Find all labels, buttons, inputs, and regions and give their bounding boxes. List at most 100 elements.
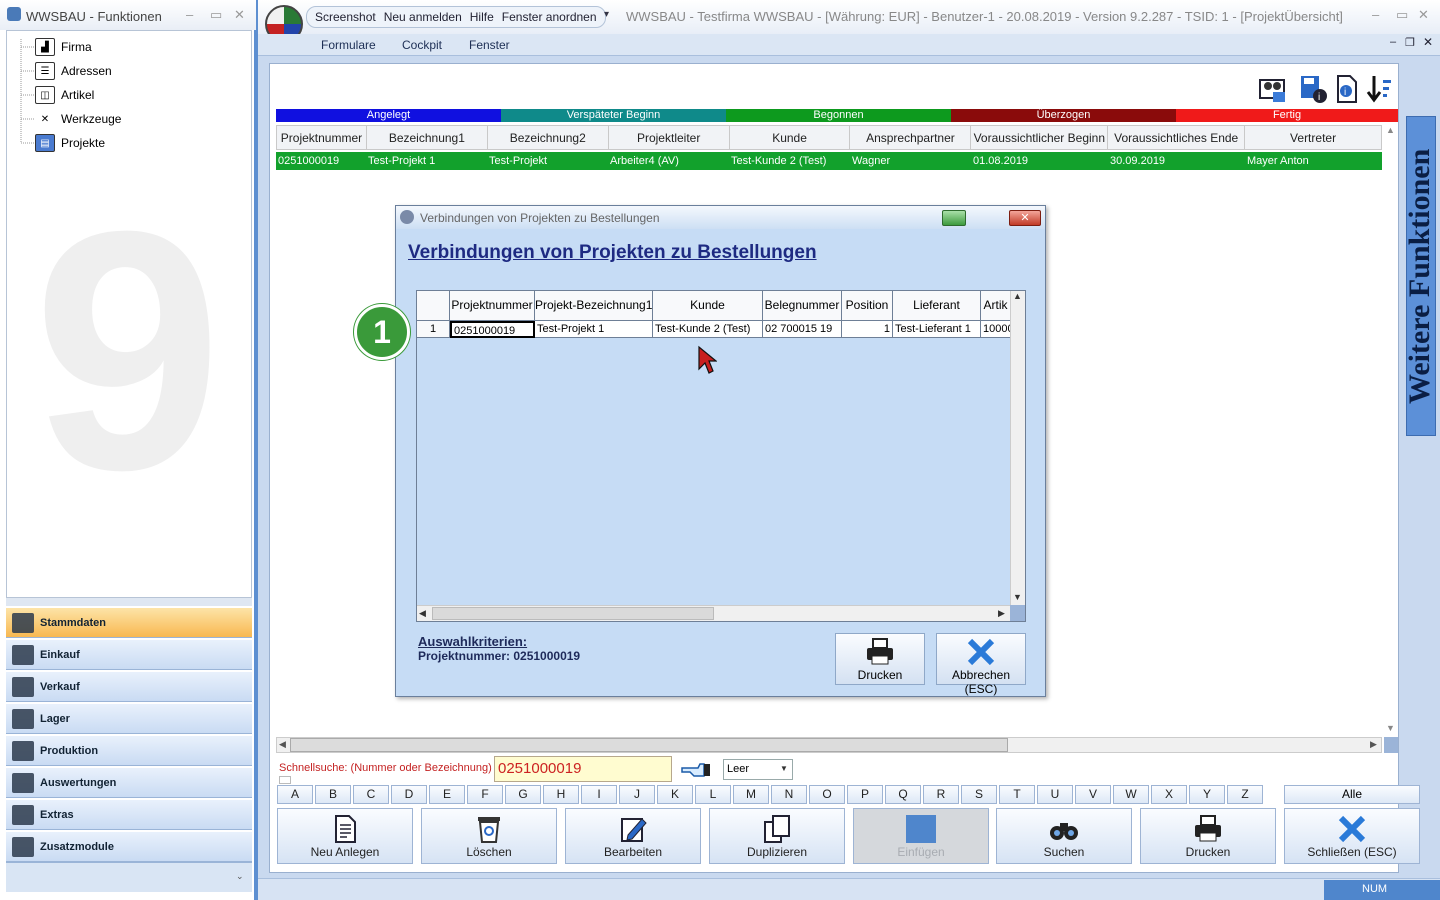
cell-lieferant[interactable]: Test-Lieferant 1 bbox=[893, 321, 981, 338]
tab-formulare[interactable]: Formulare bbox=[321, 38, 376, 52]
nav-stammdaten[interactable]: Stammdaten bbox=[6, 607, 252, 638]
scroll-right-icon[interactable]: ▶ bbox=[998, 608, 1005, 619]
col-ansprechpartner[interactable]: Ansprechpartner bbox=[850, 126, 972, 149]
tree-item-projekte[interactable]: ▤ Projekte bbox=[35, 132, 105, 154]
cell-belegnummer[interactable]: 02 700015 19 bbox=[763, 321, 842, 338]
dialog-print-button[interactable]: Drucken bbox=[835, 633, 925, 685]
col-voraussichtlicher-beginn[interactable]: Voraussichtlicher Beginn bbox=[971, 126, 1109, 149]
letter-button-j[interactable]: J bbox=[619, 785, 655, 804]
nav-produktion[interactable]: Produktion bbox=[6, 735, 252, 766]
minimize-icon[interactable]: – bbox=[186, 7, 193, 22]
cell-bezeichnung1[interactable]: Test-Projekt 1 bbox=[366, 152, 487, 170]
filter-select[interactable]: Leer ▼ bbox=[723, 759, 793, 780]
col-lieferant[interactable]: Lieferant bbox=[893, 291, 981, 321]
duplicate-button[interactable]: Duplizieren bbox=[709, 808, 845, 864]
grid-vertical-scrollbar[interactable]: ▲ ▼ bbox=[1384, 125, 1398, 735]
help-button[interactable]: Hilfe bbox=[470, 10, 494, 24]
letter-button-h[interactable]: H bbox=[543, 785, 579, 804]
col-projektnummer[interactable]: Projektnummer bbox=[450, 291, 535, 321]
cell-vertreter[interactable]: Mayer Anton bbox=[1245, 152, 1381, 170]
cell-projektleiter[interactable]: Arbeiter4 (AV) bbox=[608, 152, 729, 170]
mdi-restore-icon[interactable]: ❐ bbox=[1405, 36, 1415, 49]
scroll-thumb[interactable] bbox=[290, 738, 1008, 752]
cell-position[interactable]: 1 bbox=[842, 321, 893, 338]
letter-button-l[interactable]: L bbox=[695, 785, 731, 804]
tab-cockpit[interactable]: Cockpit bbox=[402, 38, 442, 52]
sort-down-icon[interactable] bbox=[1364, 74, 1394, 104]
cell-artikel[interactable]: 10000 bbox=[981, 321, 1010, 338]
letter-button-i[interactable]: I bbox=[581, 785, 617, 804]
cell-ansprechpartner[interactable]: Wagner bbox=[850, 152, 971, 170]
close-icon[interactable]: ✕ bbox=[1418, 7, 1429, 23]
letter-button-u[interactable]: U bbox=[1037, 785, 1073, 804]
col-bezeichnung1[interactable]: Bezeichnung1 bbox=[367, 126, 488, 149]
nav-splitter[interactable] bbox=[6, 598, 252, 606]
letter-button-v[interactable]: V bbox=[1075, 785, 1111, 804]
mdi-minimize-icon[interactable]: – bbox=[1390, 36, 1396, 48]
col-rownum[interactable] bbox=[417, 291, 450, 321]
film-settings-icon[interactable] bbox=[1258, 74, 1288, 104]
search-button[interactable]: Suchen bbox=[996, 808, 1132, 864]
save-info-icon[interactable]: i bbox=[1298, 74, 1328, 104]
letter-button-p[interactable]: P bbox=[847, 785, 883, 804]
delete-button[interactable]: Löschen bbox=[421, 808, 557, 864]
nav-lager[interactable]: Lager bbox=[6, 703, 252, 734]
tree-item-werkzeuge[interactable]: ✕ Werkzeuge bbox=[35, 108, 121, 130]
cell-ende[interactable]: 30.09.2019 bbox=[1108, 152, 1245, 170]
letter-button-b[interactable]: B bbox=[315, 785, 351, 804]
edit-button[interactable]: Bearbeiten bbox=[565, 808, 701, 864]
letter-button-m[interactable]: M bbox=[733, 785, 769, 804]
nav-einkauf[interactable]: Einkauf bbox=[6, 639, 252, 670]
col-position[interactable]: Position bbox=[842, 291, 893, 321]
letter-button-z[interactable]: Z bbox=[1227, 785, 1263, 804]
scroll-right-icon[interactable]: ▶ bbox=[1370, 739, 1377, 750]
nav-zusatzmodule[interactable]: Zusatzmodule bbox=[6, 831, 252, 862]
cell-beginn[interactable]: 01.08.2019 bbox=[971, 152, 1108, 170]
print-button[interactable]: Drucken bbox=[1140, 808, 1276, 864]
qat-dropdown-icon[interactable]: ▾ bbox=[604, 9, 609, 20]
quicksearch-checkbox[interactable] bbox=[279, 776, 291, 784]
new-button[interactable]: Neu Anlegen bbox=[277, 808, 413, 864]
letter-button-d[interactable]: D bbox=[391, 785, 427, 804]
cell-projekt-bezeichnung1[interactable]: Test-Projekt 1 bbox=[535, 321, 653, 338]
scroll-down-icon[interactable]: ▼ bbox=[1386, 723, 1395, 733]
nav-extras[interactable]: Extras bbox=[6, 799, 252, 830]
letter-button-c[interactable]: C bbox=[353, 785, 389, 804]
letter-button-e[interactable]: E bbox=[429, 785, 465, 804]
letter-button-o[interactable]: O bbox=[809, 785, 845, 804]
col-voraussichtliches-ende[interactable]: Voraussichtliches Ende bbox=[1108, 126, 1246, 149]
letter-button-w[interactable]: W bbox=[1113, 785, 1149, 804]
pointing-hand-icon[interactable] bbox=[680, 758, 712, 780]
table-row[interactable]: 1 0251000019 Test-Projekt 1 Test-Kunde 2… bbox=[417, 321, 1010, 338]
screenshot-button[interactable]: Screenshot bbox=[315, 10, 376, 24]
col-projektnummer[interactable]: Projektnummer bbox=[277, 126, 367, 149]
cell-kunde[interactable]: Test-Kunde 2 (Test) bbox=[653, 321, 763, 338]
cell-bezeichnung2[interactable]: Test-Projekt bbox=[487, 152, 608, 170]
letter-button-s[interactable]: S bbox=[961, 785, 997, 804]
tree-item-adressen[interactable]: ☰ Adressen bbox=[35, 60, 112, 82]
letter-button-a[interactable]: A bbox=[277, 785, 313, 804]
close-icon[interactable]: ✕ bbox=[234, 7, 245, 23]
letter-button-y[interactable]: Y bbox=[1189, 785, 1225, 804]
letter-button-x[interactable]: X bbox=[1151, 785, 1187, 804]
scroll-down-icon[interactable]: ▼ bbox=[1013, 592, 1022, 602]
table-row[interactable]: 0251000019 Test-Projekt 1 Test-Projekt A… bbox=[276, 152, 1382, 170]
scroll-left-icon[interactable]: ◀ bbox=[279, 739, 286, 750]
paste-button[interactable]: Einfügen bbox=[853, 808, 989, 864]
minimize-icon[interactable]: – bbox=[1372, 7, 1379, 22]
col-bezeichnung2[interactable]: Bezeichnung2 bbox=[488, 126, 609, 149]
side-panel-label[interactable]: Weitere Funktionen bbox=[1398, 118, 1440, 434]
dialog-close-icon[interactable]: ✕ bbox=[1009, 210, 1041, 226]
maximize-icon[interactable]: ▭ bbox=[1396, 7, 1408, 23]
chevron-down-icon[interactable]: ⌄ bbox=[236, 871, 244, 882]
scroll-left-icon[interactable]: ◀ bbox=[419, 608, 426, 619]
nav-verkauf[interactable]: Verkauf bbox=[6, 671, 252, 702]
letter-button-f[interactable]: F bbox=[467, 785, 503, 804]
col-belegnummer[interactable]: Belegnummer bbox=[763, 291, 842, 321]
document-info-icon[interactable]: i bbox=[1333, 74, 1363, 104]
col-vertreter[interactable]: Vertreter bbox=[1245, 126, 1381, 149]
tab-fenster[interactable]: Fenster bbox=[469, 38, 510, 52]
letter-button-n[interactable]: N bbox=[771, 785, 807, 804]
arrange-windows-button[interactable]: Fenster anordnen bbox=[502, 10, 597, 24]
cell-kunde[interactable]: Test-Kunde 2 (Test) bbox=[729, 152, 850, 170]
